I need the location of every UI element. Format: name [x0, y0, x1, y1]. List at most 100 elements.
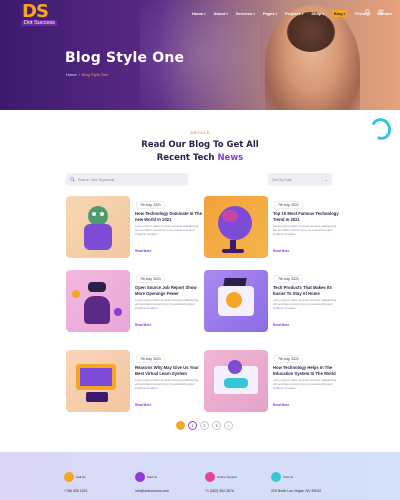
footer-contact-mail-us: Mail Us info@dotsuccess.com	[135, 468, 169, 493]
footer-contact-value[interactable]: +1 (562) 952-3876	[205, 489, 237, 493]
site-logo[interactable]: DS Dot Success	[22, 3, 60, 29]
post-thumbnail[interactable]	[204, 196, 268, 258]
footer-contact-value[interactable]: info@dotsuccess.com	[135, 489, 169, 493]
section-eyebrow: ARTICLE	[190, 130, 210, 135]
nav-item-label: About	[213, 11, 226, 16]
chevron-down-icon: ▾	[301, 11, 304, 16]
breadcrumb: Home / Blog Style One	[66, 72, 108, 77]
read-more-link[interactable]: Read More	[135, 323, 151, 327]
breadcrumb-current: Blog Style One	[81, 72, 109, 77]
nav-item-blog[interactable]: Blog ▾	[331, 10, 348, 17]
post-excerpt: Lorem ipsum dolor sit amet consect eadip…	[135, 378, 199, 390]
breadcrumb-home[interactable]: Home	[66, 72, 77, 77]
sort-select[interactable]: Sort by Date ⌄	[268, 173, 332, 186]
nav-item-shop[interactable]: Shop ▾	[311, 10, 324, 17]
pagination-page-3[interactable]: 3	[212, 421, 221, 430]
search-placeholder: Search Your Keywords	[78, 177, 115, 182]
chevron-down-icon: ▾	[204, 11, 206, 16]
post-excerpt: Lorem ipsum dolor sit amet consect eadip…	[273, 378, 337, 390]
blog-post-card[interactable]: 7th July, 2021 Top 10 Most Famous Technol…	[204, 196, 339, 258]
blog-post-card[interactable]: 7th July, 2021 Reasons Why May Give Us Yo…	[66, 350, 199, 412]
section-heading: Read Our Blog To Get All Recent Tech New…	[0, 139, 400, 165]
blog-post-card[interactable]: 7th July, 2021 Open Source Job Report Sho…	[66, 270, 199, 332]
post-excerpt: Lorem ipsum dolor sit amet consect eadip…	[273, 224, 337, 236]
blog-search-input[interactable]: Search Your Keywords	[66, 173, 188, 186]
main-nav: Home ▾ About ▾ Services ▾ Pages ▾ Projects ▾ Shop ▾…	[192, 10, 392, 17]
post-title[interactable]: How Technology Helps In The Education Sy…	[273, 365, 341, 376]
heading-line-1: Read Our Blog To Get All	[141, 140, 259, 150]
chevron-down-icon: ▾	[322, 11, 324, 16]
pagination-page-1[interactable]: 1	[188, 421, 197, 430]
footer-contact-bar	[0, 452, 400, 500]
post-thumbnail[interactable]	[66, 350, 130, 412]
nav-item-projects[interactable]: Projects ▾	[285, 10, 303, 17]
post-title[interactable]: Tech Products That Makes Its Easier To S…	[273, 285, 341, 296]
menu-icon[interactable]	[378, 9, 384, 15]
post-date: 7th July, 2021	[136, 355, 165, 363]
nav-item-home[interactable]: Home ▾	[192, 10, 206, 17]
nav-item-label: Pages	[262, 11, 275, 16]
footer-contact-label: Mail Us	[147, 474, 158, 479]
footer-contact-call-us: Call Us +786 005 4321	[64, 468, 87, 493]
logo-mark: DS	[22, 1, 49, 22]
post-thumbnail[interactable]	[66, 270, 130, 332]
nav-item-pages[interactable]: Pages ▾	[263, 10, 277, 17]
read-more-link[interactable]: Read More	[273, 323, 289, 327]
footer-contact-value[interactable]: +786 005 4321	[64, 489, 87, 493]
blog-post-card[interactable]: 7th July, 2021 Tech Products That Makes I…	[204, 270, 337, 332]
read-more-link[interactable]: Read More	[273, 249, 289, 253]
footer-contact-label: Online Support	[217, 474, 238, 479]
nav-item-label: Services	[235, 11, 253, 16]
heading-line-2-text: Recent Tech	[156, 153, 218, 163]
post-date: 7th July, 2021	[136, 275, 165, 283]
post-excerpt: Lorem ipsum dolor sit amet consect eadip…	[135, 224, 199, 236]
blog-post-card[interactable]: 7th July, 2021 How Technology Helps In Th…	[204, 350, 337, 412]
footer-contact-label: Visit Us	[283, 474, 294, 479]
pagination-next-button[interactable]: ›	[224, 421, 233, 430]
nav-item-about[interactable]: About ▾	[214, 10, 228, 17]
read-more-link[interactable]: Read More	[273, 403, 289, 407]
nav-item-label: Shop	[311, 11, 322, 16]
post-date: 7th July, 2021	[274, 275, 303, 283]
chevron-down-icon: ▾	[275, 11, 278, 16]
post-excerpt: Lorem ipsum dolor sit amet consect eadip…	[273, 298, 337, 310]
post-title[interactable]: Top 10 Most Famous Technology Trend In 2…	[273, 211, 341, 222]
pagination: ‹ 1 2 3 ›	[176, 421, 233, 430]
post-title[interactable]: How Technology Dominate In The new World…	[135, 211, 203, 222]
footer-contact-visit-us: Visit Us 225 North Las Vegas, NV 89032	[271, 468, 321, 493]
read-more-link[interactable]: Read More	[135, 403, 151, 407]
post-date: 7th July, 2021	[274, 201, 303, 209]
post-title[interactable]: Reasons Why May Give Us Your Best Virtua…	[135, 365, 203, 376]
post-date: 7th July, 2021	[136, 201, 165, 209]
heading-accent: News	[217, 153, 244, 163]
read-more-link[interactable]: Read More	[135, 249, 151, 253]
post-thumbnail[interactable]	[66, 196, 130, 258]
location-icon	[271, 471, 281, 482]
post-date: 7th July, 2021	[274, 355, 303, 363]
post-excerpt: Lorem ipsum dolor sit amet consect eadip…	[135, 298, 199, 310]
footer-contact-label: Call Us	[76, 474, 86, 479]
pagination-prev-button[interactable]: ‹	[176, 421, 185, 430]
hero-photo-hair	[287, 12, 335, 52]
breadcrumb-separator: /	[78, 72, 80, 77]
page-title: Blog Style One	[65, 50, 185, 66]
nav-item-label: Blog	[333, 11, 343, 16]
pagination-page-2[interactable]: 2	[200, 421, 209, 430]
search-field-icon	[70, 177, 75, 182]
sort-select-value: Sort by Date	[272, 177, 292, 182]
footer-contact-online-support: Online Support +1 (562) 952-3876	[205, 468, 237, 493]
blog-post-card[interactable]: 7th July, 2021 How Technology Dominate In…	[66, 196, 202, 258]
support-icon	[205, 471, 215, 482]
chevron-down-icon: ▾	[253, 11, 255, 16]
chevron-down-icon: ▾	[343, 11, 346, 16]
mail-icon	[135, 471, 145, 482]
nav-item-services[interactable]: Services ▾	[236, 10, 255, 17]
footer-contact-value[interactable]: 225 North Las Vegas, NV 89032	[271, 489, 321, 493]
post-title[interactable]: Open Source Job Report Show More Opening…	[135, 285, 203, 296]
post-thumbnail[interactable]	[204, 270, 268, 332]
post-thumbnail[interactable]	[204, 350, 268, 412]
chevron-down-icon: ⌄	[324, 177, 328, 182]
search-icon[interactable]	[365, 9, 371, 15]
logo-subtitle: Dot Success	[22, 20, 57, 26]
heading-line-2: Recent Tech News	[0, 152, 400, 165]
